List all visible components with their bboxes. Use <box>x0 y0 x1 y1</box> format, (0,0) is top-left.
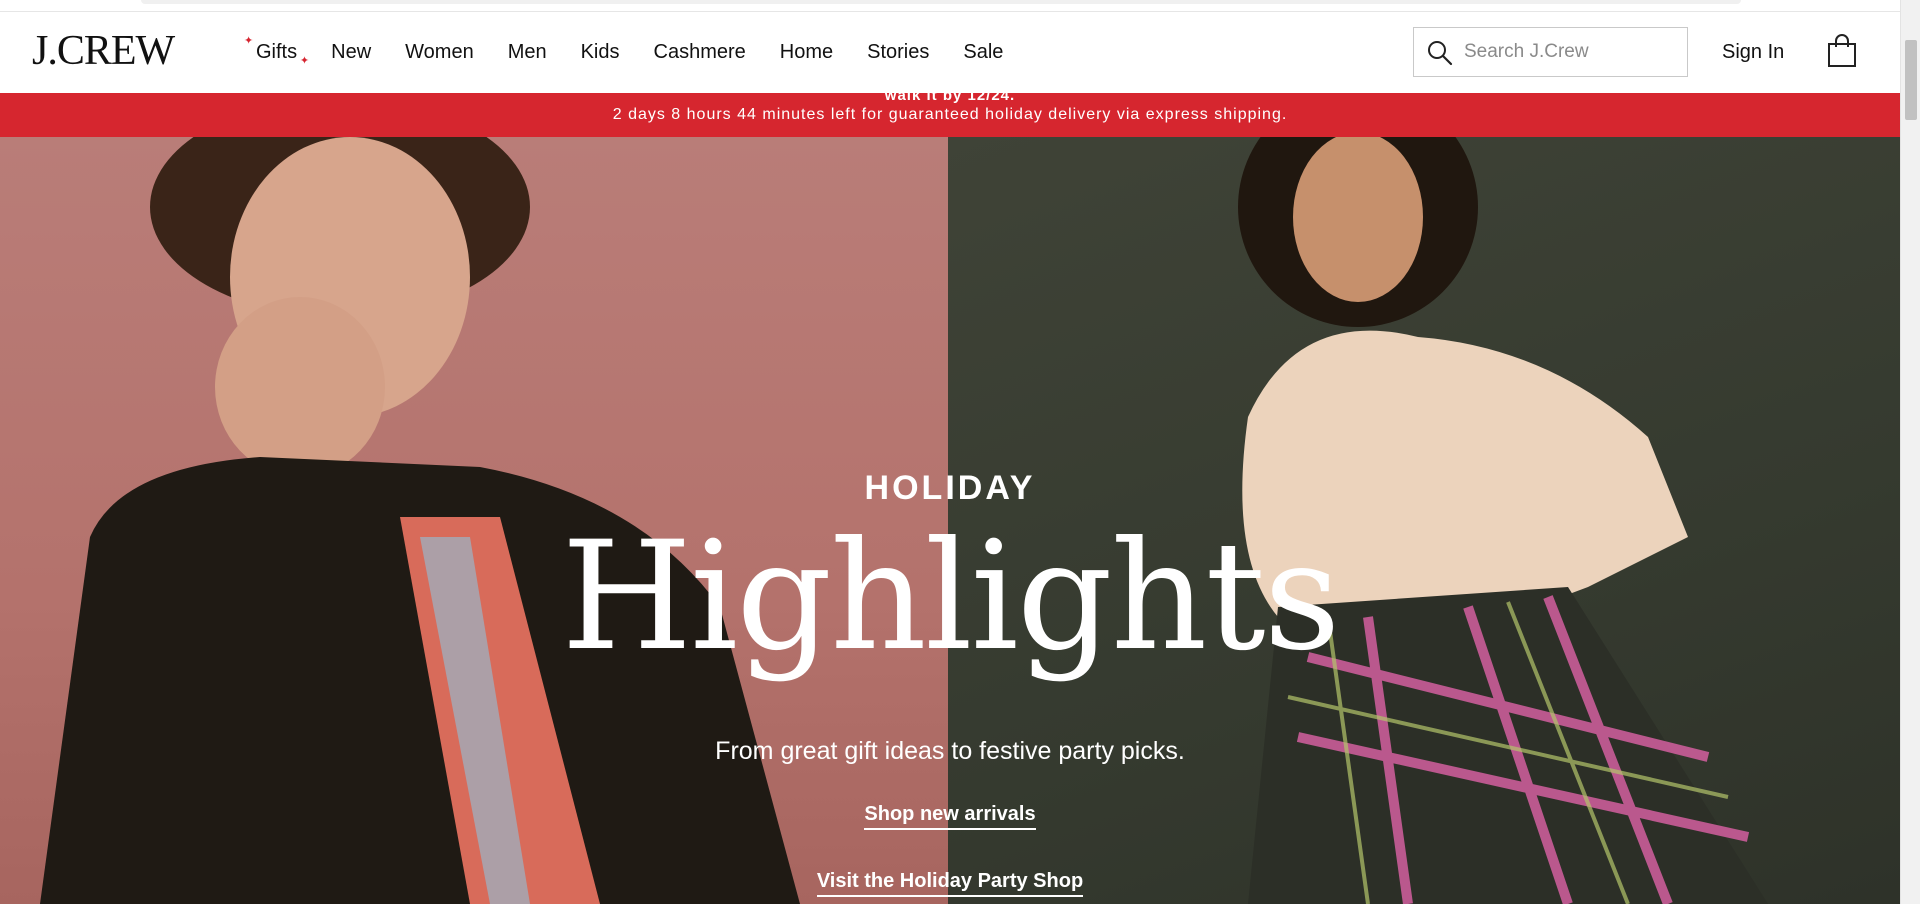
nav-item-label: Gifts <box>256 41 298 63</box>
hero-banner[interactable]: HOLIDAY Highlights From great gift ideas… <box>0 137 1900 904</box>
sparkle-icon: ✦ <box>244 35 254 47</box>
nav-item-label: Men <box>507 41 547 63</box>
top-strip-bar <box>141 0 1741 4</box>
nav-item-gifts[interactable]: ✦ Gifts ✦ <box>244 36 309 67</box>
scrollbar-thumb[interactable] <box>1905 40 1917 120</box>
main-nav: ✦ Gifts ✦ New Women Men Kids Cashmere Ho… <box>244 36 1037 67</box>
promo-banner[interactable]: walk it by 12/24. 2 days 8 hours 44 minu… <box>0 93 1900 137</box>
nav-item-label: Women <box>405 41 474 63</box>
nav-item-label: Kids <box>580 41 620 63</box>
nav-item-label: Stories <box>867 41 930 63</box>
hero-headline: Highlights <box>561 510 1340 684</box>
nav-item-new[interactable]: New <box>331 40 371 64</box>
nav-item-label: Sale <box>963 41 1004 63</box>
hero-subhead: From great gift ideas to festive party p… <box>715 737 1185 765</box>
nav-item-label: New <box>331 41 372 63</box>
holiday-party-shop-link-row: Visit the Holiday Party Shop <box>0 870 1900 897</box>
shopping-bag-icon[interactable] <box>1826 34 1858 68</box>
search-box[interactable] <box>1413 27 1688 77</box>
promo-countdown-text: 2 days 8 hours 44 minutes left for guara… <box>612 106 1288 123</box>
jcrew-logo[interactable]: J.CREW <box>32 30 175 72</box>
site-header: J.CREW ✦ Gifts ✦ New Women Men Kids Cash… <box>0 12 1898 93</box>
page-scrollbar[interactable] <box>1900 0 1920 904</box>
nav-item-label: Cashmere <box>653 41 746 63</box>
nav-item-home[interactable]: Home <box>780 40 833 64</box>
nav-item-stories[interactable]: Stories <box>867 40 929 64</box>
nav-item-men[interactable]: Men <box>508 40 547 64</box>
nav-item-women[interactable]: Women <box>405 40 474 64</box>
hero-kicker: HOLIDAY <box>864 469 1036 507</box>
sparkle-icon: ✦ <box>299 55 310 67</box>
nav-item-sale[interactable]: Sale <box>963 40 1003 64</box>
nav-item-label: Home <box>779 41 834 63</box>
shop-new-arrivals-link-row: Shop new arrivals <box>0 803 1900 830</box>
sign-in-link[interactable]: Sign In <box>1722 40 1784 64</box>
search-icon <box>1428 41 1453 66</box>
browser-top-strip <box>0 0 1900 12</box>
shop-new-arrivals-link[interactable]: Shop new arrivals <box>864 803 1036 830</box>
search-input[interactable] <box>1464 38 1679 66</box>
promo-partial-text: walk it by 12/24. <box>884 93 1016 104</box>
nav-item-kids[interactable]: Kids <box>581 40 620 64</box>
hero-text-block: HOLIDAY Highlights From great gift ideas… <box>0 137 1900 904</box>
nav-item-cashmere[interactable]: Cashmere <box>654 40 746 64</box>
holiday-party-shop-link[interactable]: Visit the Holiday Party Shop <box>816 870 1084 897</box>
